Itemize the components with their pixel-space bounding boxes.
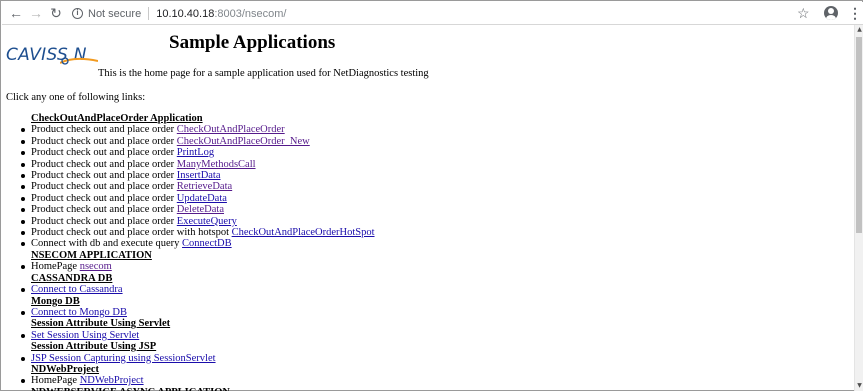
- page-subtitle: This is the home page for a sample appli…: [98, 68, 429, 79]
- section-header-text: NDWebProject: [31, 363, 100, 375]
- item-description: Product check out and place order: [31, 158, 177, 170]
- item-description: HomePage: [31, 261, 80, 273]
- app-link[interactable]: nsecom: [80, 261, 112, 272]
- url-host: 10.10.40.18: [156, 7, 215, 20]
- app-link[interactable]: CheckOutAndPlaceOrderHotSpot: [232, 227, 375, 238]
- app-link[interactable]: InsertData: [177, 170, 221, 181]
- browser-window: ← → ↻ i Not secure 10.10.40.18:8003/nsec…: [0, 0, 863, 391]
- section-header: Mongo DB: [2, 296, 375, 307]
- scroll-thumb[interactable]: [856, 37, 862, 233]
- list-item: Product check out and place order CheckO…: [2, 136, 375, 147]
- item-description: Product check out and place order: [31, 204, 177, 216]
- cavisson-logo: CAVISS N: [6, 45, 98, 73]
- app-link[interactable]: UpdateData: [177, 193, 227, 204]
- app-link[interactable]: Connect to Mongo DB: [31, 307, 127, 318]
- list-item: Connect to Cassandra: [2, 284, 375, 295]
- list-item: Product check out and place order with h…: [2, 227, 375, 238]
- item-description: Product check out and place order: [31, 192, 177, 204]
- forward-arrow-icon[interactable]: →: [28, 5, 44, 21]
- section-header: NDWEBSERVICE ASYNC APPLICATION: [2, 387, 375, 391]
- section-header: CASSANDRA DB: [2, 273, 375, 284]
- list-item: Set Session Using Servlet: [2, 330, 375, 341]
- section-header-text: Session Attribute Using Servlet: [31, 318, 171, 330]
- scroll-up-icon[interactable]: ▲: [855, 25, 863, 35]
- vertical-scrollbar[interactable]: ▲ ▼: [854, 25, 863, 391]
- list-item: HomePage nsecom: [2, 261, 375, 272]
- list-item: Product check out and place order Insert…: [2, 170, 375, 181]
- item-description: Product check out and place order with h…: [31, 227, 232, 239]
- profile-avatar-icon[interactable]: [824, 6, 838, 20]
- app-link[interactable]: NDWebProject: [80, 375, 144, 386]
- list-item: Product check out and place order Retrie…: [2, 181, 375, 192]
- bookmark-star-icon[interactable]: ☆: [797, 5, 810, 21]
- list-item: JSP Session Capturing using SessionServl…: [2, 353, 375, 364]
- page-content: CAVISS N Sample Applications This is the…: [2, 25, 854, 391]
- list-item: Product check out and place order ManyMe…: [2, 159, 375, 170]
- section-header: CheckOutAndPlaceOrder Application: [2, 113, 375, 124]
- item-description: Product check out and place order: [31, 135, 177, 147]
- list-item: Connect to Mongo DB: [2, 307, 375, 318]
- section-header: Session Attribute Using Servlet: [2, 318, 375, 329]
- list-item: Product check out and place order Update…: [2, 193, 375, 204]
- item-description: HomePage: [31, 375, 80, 387]
- reload-icon[interactable]: ↻: [48, 5, 64, 21]
- section-header-text: CASSANDRA DB: [31, 272, 113, 284]
- app-link[interactable]: ExecuteQuery: [177, 216, 237, 227]
- section-header: NDWebProject: [2, 364, 375, 375]
- app-link[interactable]: DeleteData: [177, 204, 224, 215]
- intro-text: Click any one of following links:: [6, 92, 146, 103]
- section-header-text: NDWEBSERVICE ASYNC APPLICATION: [31, 387, 230, 391]
- section-header-text: CheckOutAndPlaceOrder Application: [31, 113, 203, 124]
- section-header-text: Session Attribute Using JSP: [31, 341, 157, 353]
- item-description: Product check out and place order: [31, 170, 177, 182]
- browser-menu-icon[interactable]: ⋮: [848, 4, 862, 22]
- section-header: NSECOM APPLICATION: [2, 250, 375, 261]
- item-description: Product check out and place order: [31, 215, 177, 227]
- app-link[interactable]: Connect to Cassandra: [31, 284, 123, 295]
- app-link[interactable]: Set Session Using Servlet: [31, 330, 139, 341]
- address-divider: [148, 7, 150, 20]
- section-header-text: Mongo DB: [31, 295, 80, 307]
- item-description: Product check out and place order: [31, 147, 177, 159]
- browser-toolbar: ← → ↻ i Not secure 10.10.40.18:8003/nsec…: [2, 2, 863, 25]
- app-link[interactable]: PrintLog: [177, 147, 214, 158]
- logo-swoosh-icon: [60, 57, 98, 65]
- section-header-text: NSECOM APPLICATION: [31, 249, 152, 261]
- item-description: Product check out and place order: [31, 124, 177, 136]
- list-item: Product check out and place order Execut…: [2, 216, 375, 227]
- app-link[interactable]: RetrieveData: [177, 181, 232, 192]
- list-item: Product check out and place order Delete…: [2, 204, 375, 215]
- info-icon[interactable]: i: [72, 8, 83, 19]
- list-item: Product check out and place order CheckO…: [2, 124, 375, 135]
- item-description: Product check out and place order: [31, 181, 177, 193]
- app-link[interactable]: ConnectDB: [182, 238, 232, 249]
- list-item: HomePage NDWebProject: [2, 375, 375, 386]
- item-description: Connect with db and execute query: [31, 238, 183, 250]
- url-path: :8003/nsecom/: [214, 7, 287, 20]
- address-bar[interactable]: i Not secure 10.10.40.18:8003/nsecom/: [72, 4, 792, 23]
- list-item: Product check out and place order PrintL…: [2, 147, 375, 158]
- list-item: Connect with db and execute query Connec…: [2, 238, 375, 249]
- application-link-list: CheckOutAndPlaceOrder Application Product…: [2, 113, 375, 391]
- app-link[interactable]: JSP Session Capturing using SessionServl…: [31, 353, 216, 364]
- section-header: Session Attribute Using JSP: [2, 341, 375, 352]
- scroll-down-icon[interactable]: ▼: [855, 381, 863, 391]
- back-arrow-icon[interactable]: ←: [8, 5, 24, 21]
- page-title: Sample Applications: [169, 32, 336, 53]
- app-link[interactable]: CheckOutAndPlaceOrder: [177, 124, 285, 135]
- app-link[interactable]: ManyMethodsCall: [177, 159, 256, 170]
- security-label: Not secure: [88, 7, 142, 20]
- app-link[interactable]: CheckOutAndPlaceOrder_New: [177, 136, 310, 147]
